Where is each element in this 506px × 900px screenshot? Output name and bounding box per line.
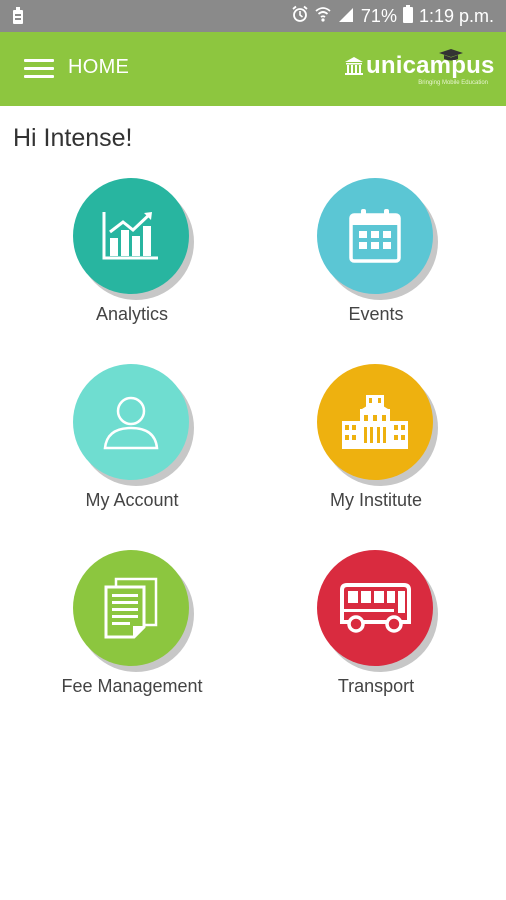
hamburger-menu-icon[interactable] bbox=[24, 59, 54, 79]
wifi-icon bbox=[315, 5, 331, 28]
documents-icon bbox=[104, 577, 158, 639]
transport-label: Transport bbox=[337, 676, 415, 696]
events-circle bbox=[317, 178, 433, 294]
fee-management-circle bbox=[73, 550, 189, 666]
logo-tagline: Bringing Mobile Education bbox=[418, 80, 488, 86]
greeting-text: Hi Intense! bbox=[13, 124, 133, 152]
fee-management-label: Fee Management bbox=[61, 676, 203, 696]
clock-time: 1:19 p.m. bbox=[418, 6, 494, 26]
user-icon bbox=[103, 396, 159, 450]
events-tile[interactable]: Events bbox=[276, 178, 476, 338]
logo-text: unicampus bbox=[366, 52, 495, 79]
my-account-tile[interactable]: My Account bbox=[32, 364, 232, 524]
analytics-circle bbox=[73, 178, 189, 294]
calendar-icon bbox=[349, 209, 401, 263]
notification-icon bbox=[12, 7, 24, 30]
my-account-label: My Account bbox=[85, 490, 179, 510]
my-institute-tile[interactable]: My Institute bbox=[276, 364, 476, 524]
bus-icon bbox=[340, 583, 411, 633]
analytics-label: Analytics bbox=[95, 304, 169, 324]
signal-icon bbox=[337, 5, 355, 28]
fee-management-tile[interactable]: Fee Management bbox=[32, 550, 232, 710]
my-institute-label: My Institute bbox=[329, 490, 423, 510]
institute-building-icon bbox=[342, 395, 408, 449]
logo-building-icon bbox=[345, 57, 363, 75]
alarm-icon bbox=[291, 5, 309, 28]
my-institute-circle bbox=[317, 364, 433, 480]
transport-circle bbox=[317, 550, 433, 666]
analytics-tile[interactable]: Analytics bbox=[32, 178, 232, 338]
status-bar: 71% 1:19 p.m. bbox=[0, 0, 506, 32]
unicampus-logo: unicampus Bringing Mobile Education bbox=[344, 49, 494, 96]
battery-icon bbox=[402, 5, 413, 28]
app-bar: HOME unicampus Bringing Mobile Education bbox=[0, 32, 506, 106]
transport-tile[interactable]: Transport bbox=[276, 550, 476, 710]
events-label: Events bbox=[348, 304, 404, 324]
battery-percent: 71% bbox=[360, 6, 397, 26]
analytics-chart-icon bbox=[102, 212, 158, 260]
page-title: HOME bbox=[68, 56, 130, 78]
my-account-circle bbox=[73, 364, 189, 480]
